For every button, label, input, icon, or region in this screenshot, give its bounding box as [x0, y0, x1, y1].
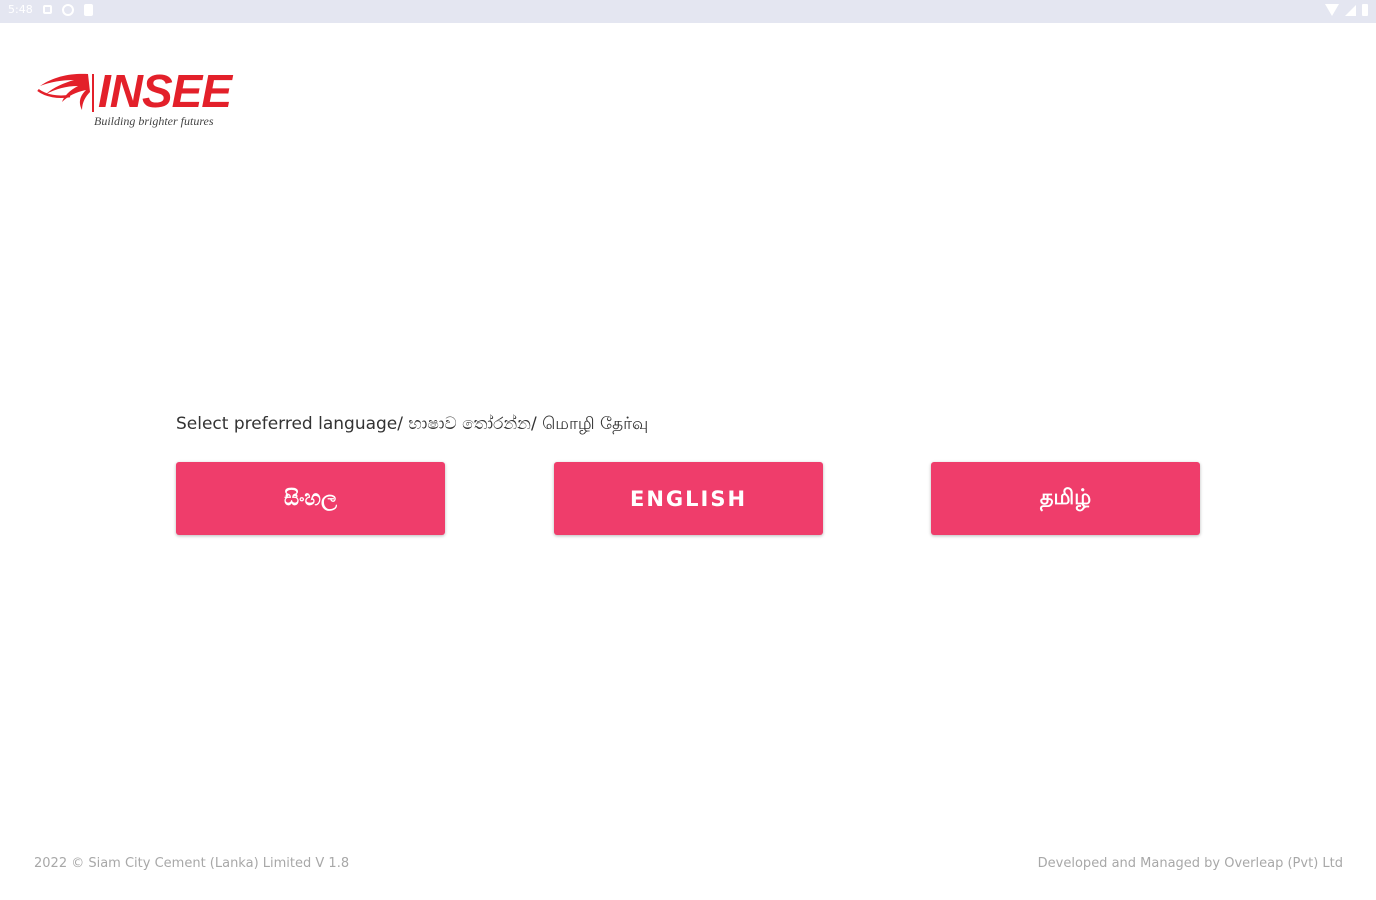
status-bar: 5:48 — [0, 0, 1376, 23]
english-button-label: ENGLISH — [629, 486, 748, 511]
sinhala-button-label: සිංහල — [284, 486, 337, 510]
tamil-language-button[interactable]: தமிழ் — [931, 462, 1200, 535]
logo-divider — [92, 74, 94, 112]
battery-icon — [1362, 4, 1368, 16]
signal-icon — [1345, 4, 1356, 16]
sinhala-language-button[interactable]: සිංහල — [176, 462, 445, 535]
footer-copyright: 2022 © Siam City Cement (Lanka) Limited … — [34, 856, 350, 871]
sd-card-icon — [83, 3, 93, 16]
eagle-logo-icon — [37, 73, 90, 110]
insee-logo: INSEE Building brighter futures — [36, 65, 256, 136]
notification-square-icon — [42, 5, 52, 14]
status-time: 5:48 — [8, 3, 33, 16]
sync-circle-icon — [61, 3, 74, 16]
status-right-group — [1325, 4, 1368, 16]
english-language-button[interactable]: ENGLISH — [554, 462, 823, 535]
language-prompt: Select preferred language/ භාෂාව තෝරන්න/… — [176, 414, 649, 434]
tamil-button-label: தமிழ் — [1039, 485, 1092, 509]
footer-developer-credit: Developed and Managed by Overleap (Pvt) … — [1037, 856, 1343, 871]
logo-tagline: Building brighter futures — [94, 114, 214, 128]
status-left-group: 5:48 — [8, 3, 93, 16]
logo-wordmark: INSEE — [98, 65, 232, 117]
wifi-icon — [1325, 4, 1339, 16]
